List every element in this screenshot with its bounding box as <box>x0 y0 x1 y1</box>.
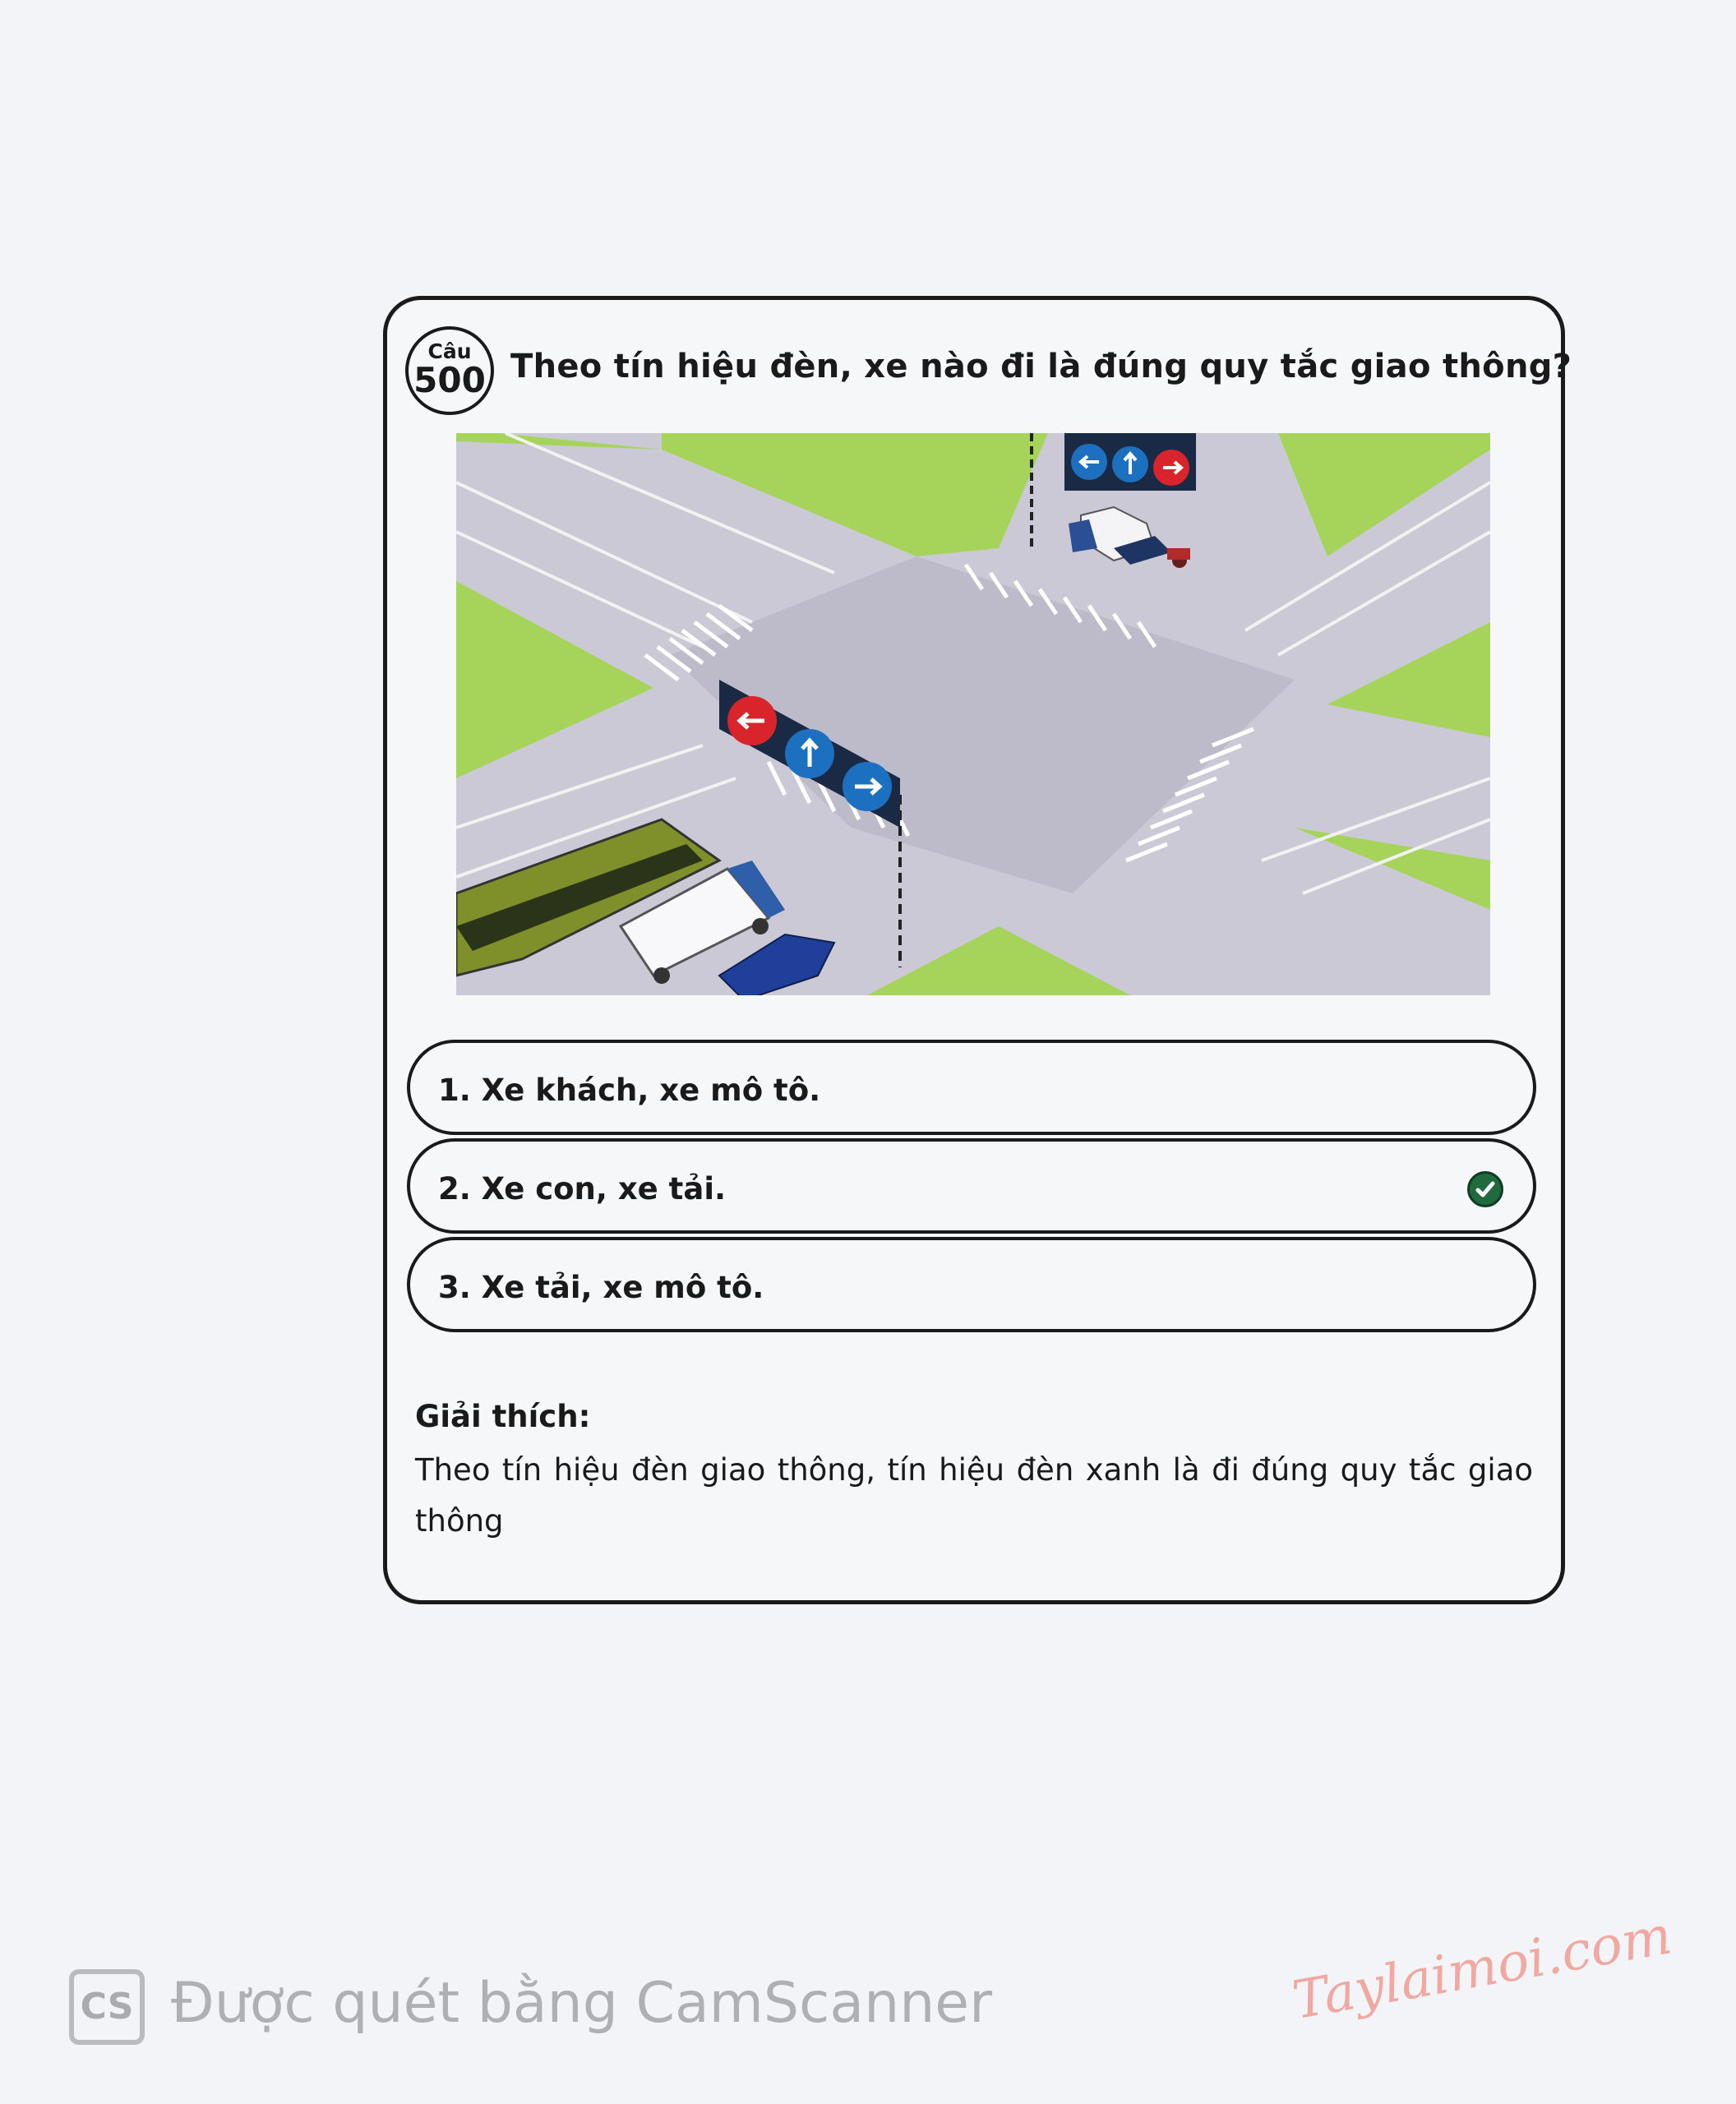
explanation-text: Theo tín hiệu đèn giao thông, tín hiệu đ… <box>415 1452 1533 1539</box>
explanation-heading: Giải thích: <box>415 1399 591 1434</box>
answer-option-2[interactable]: 2. Xe con, xe tải. <box>407 1138 1536 1234</box>
question-title: Theo tín hiệu đèn, xe nào đi là đúng quy… <box>510 348 1572 385</box>
answer-option-2-label: 2. Xe con, xe tải. <box>438 1171 727 1207</box>
answer-option-1[interactable]: 1. Xe khách, xe mô tô. <box>407 1040 1536 1135</box>
taylaimoi-watermark: Taylaimoi.com <box>1288 1905 1677 2032</box>
intersection-image <box>456 433 1490 995</box>
question-number: 500 <box>413 360 486 400</box>
answer-option-1-label: 1. Xe khách, xe mô tô. <box>438 1073 821 1108</box>
correct-check-icon <box>1467 1171 1503 1207</box>
camscanner-logo: CS <box>69 1969 145 2045</box>
question-number-badge: Câu 500 <box>405 326 494 415</box>
question-card: Câu 500 Theo tín hiệu đèn, xe nào đi là … <box>383 296 1572 1604</box>
answer-option-3-label: 3. Xe tải, xe mô tô. <box>438 1270 764 1305</box>
answer-option-3[interactable]: 3. Xe tải, xe mô tô. <box>407 1237 1536 1332</box>
intersection-illustration <box>456 433 1490 995</box>
camscanner-caption: Được quét bằng CamScanner <box>171 1971 993 2036</box>
